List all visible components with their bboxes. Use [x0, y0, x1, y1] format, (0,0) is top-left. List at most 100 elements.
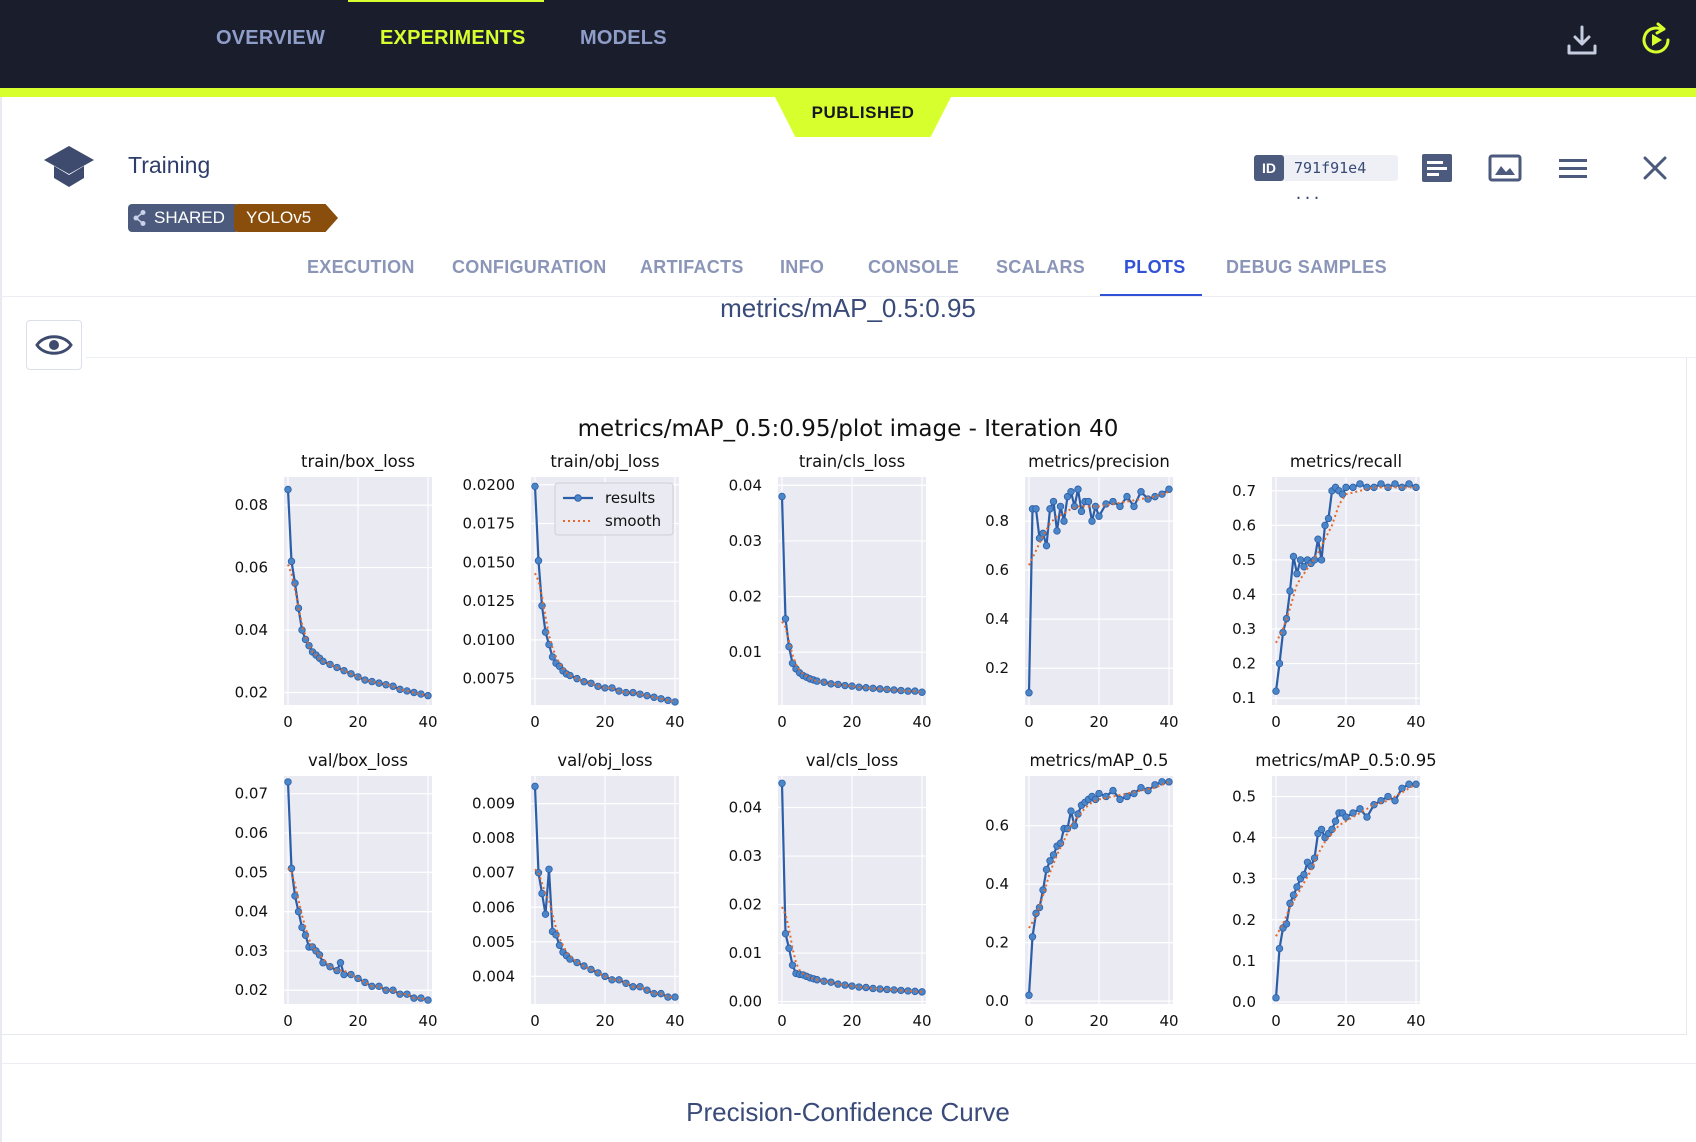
results-point — [340, 970, 348, 979]
x-tick-label: 40 — [1159, 1012, 1178, 1030]
results-point — [1060, 517, 1068, 525]
x-tick-label: 0 — [1024, 713, 1034, 731]
results-plot-grid: train/box_loss0 20 400.020.040.060.08train… — [235, 452, 1437, 1030]
next-plot-section-title: Precision-Confidence Curve — [686, 1097, 1010, 1127]
y-tick-label: 0.02 — [235, 981, 268, 999]
x-tick-label: 20 — [595, 1012, 614, 1030]
y-tick-label: 0.04 — [729, 799, 762, 817]
results-point — [594, 969, 602, 977]
legend-results-marker — [574, 494, 582, 502]
results-point — [284, 485, 292, 494]
results-point — [1088, 517, 1096, 525]
results-point — [1049, 497, 1058, 506]
y-tick-label: 0.02 — [729, 896, 762, 914]
results-point — [1070, 502, 1079, 511]
results-point — [1293, 570, 1301, 578]
x-tick-label: 0 — [283, 1012, 293, 1030]
x-tick-label: 20 — [348, 1012, 367, 1030]
subplot-val-obj-loss: val/obj_loss 0 20 40 0.004 0.005 0.006 0.007 0.0… — [472, 751, 685, 1030]
results-point — [1321, 521, 1329, 530]
y-tick-label: 0.03 — [729, 847, 762, 865]
y-tick-label: 0.008 — [472, 829, 515, 847]
results-point — [1405, 480, 1413, 488]
results-point — [284, 778, 292, 786]
y-tick-label: 0.006 — [472, 898, 515, 916]
results-point — [1289, 552, 1298, 561]
results-point — [555, 941, 564, 949]
x-tick-label: 20 — [1336, 1012, 1355, 1030]
results-point — [389, 682, 397, 690]
results-point — [333, 966, 341, 975]
results-point — [1067, 488, 1075, 496]
y-tick-label: 0.7 — [1232, 482, 1256, 500]
subplot-title: metrics/mAP_0.5 — [1029, 751, 1168, 771]
y-tick-label: 0.4 — [985, 610, 1009, 628]
results-point — [1042, 541, 1051, 550]
y-tick-label: 0.04 — [729, 476, 762, 494]
x-tick-label: 40 — [418, 1012, 437, 1030]
subplot-title: train/obj_loss — [550, 452, 659, 472]
results-point — [1053, 527, 1061, 535]
results-point — [287, 557, 296, 566]
x-tick-label: 20 — [1089, 713, 1108, 731]
results-point — [1272, 687, 1280, 695]
x-tick-label: 40 — [1406, 1012, 1425, 1030]
y-tick-label: 0.01 — [729, 944, 762, 962]
results-point — [1102, 792, 1110, 801]
results-point — [1342, 813, 1350, 821]
x-tick-label: 40 — [418, 713, 437, 731]
x-tick-label: 40 — [912, 713, 931, 731]
x-tick-label: 20 — [842, 713, 861, 731]
y-tick-label: 0.007 — [472, 864, 515, 882]
y-tick-label: 0.0150 — [463, 553, 516, 571]
results-point — [1042, 865, 1051, 874]
y-tick-label: 0.0100 — [463, 631, 516, 649]
results-point — [1028, 933, 1037, 941]
y-tick-label: 0.005 — [472, 933, 515, 951]
x-tick-label: 0 — [1024, 1012, 1034, 1030]
y-tick-label: 0.04 — [235, 903, 268, 921]
results-point — [1338, 490, 1347, 498]
results-point — [298, 923, 306, 932]
results-point — [1116, 795, 1124, 804]
results-point — [1084, 497, 1093, 506]
y-tick-label: 0.009 — [472, 795, 515, 813]
x-tick-label: 0 — [283, 713, 293, 731]
subplot-title: val/cls_loss — [806, 751, 898, 771]
results-point — [911, 987, 919, 996]
results-point — [1317, 825, 1326, 834]
subplot-val-cls-loss: val/cls_loss 0 20 40 0.00 0.01 0.02 0.03 0.04 — [729, 751, 932, 1030]
results-point — [1109, 786, 1117, 795]
results-point — [336, 959, 345, 967]
y-tick-label: 0.03 — [729, 532, 762, 550]
y-tick-label: 0.01 — [729, 643, 762, 661]
results-point — [1144, 495, 1152, 503]
results-point — [403, 687, 411, 695]
results-point — [538, 889, 546, 898]
y-tick-label: 0.6 — [1232, 516, 1256, 534]
subplot-title: train/cls_loss — [799, 452, 905, 472]
y-tick-label: 0.1 — [1232, 952, 1256, 970]
results-point — [664, 696, 672, 705]
y-tick-label: 0.2 — [1232, 911, 1256, 929]
y-tick-label: 0.004 — [472, 967, 515, 985]
x-tick-label: 0 — [1271, 1012, 1281, 1030]
y-tick-label: 0.4 — [1232, 585, 1256, 603]
results-point — [781, 615, 790, 623]
results-point — [1025, 689, 1033, 697]
results-point — [1398, 784, 1406, 793]
y-tick-label: 0.6 — [985, 561, 1009, 579]
results-point — [657, 695, 665, 703]
results-point — [1391, 796, 1399, 805]
y-tick-label: 0.8 — [985, 512, 1009, 530]
results-point — [1349, 809, 1357, 817]
results-point — [587, 965, 595, 974]
results-point — [545, 865, 553, 873]
results-point — [1151, 781, 1159, 789]
results-point — [1046, 857, 1054, 865]
results-point — [778, 492, 786, 501]
results-point — [781, 929, 790, 938]
results-point — [1296, 556, 1305, 564]
x-tick-label: 0 — [777, 1012, 787, 1030]
results-point — [1317, 556, 1326, 564]
